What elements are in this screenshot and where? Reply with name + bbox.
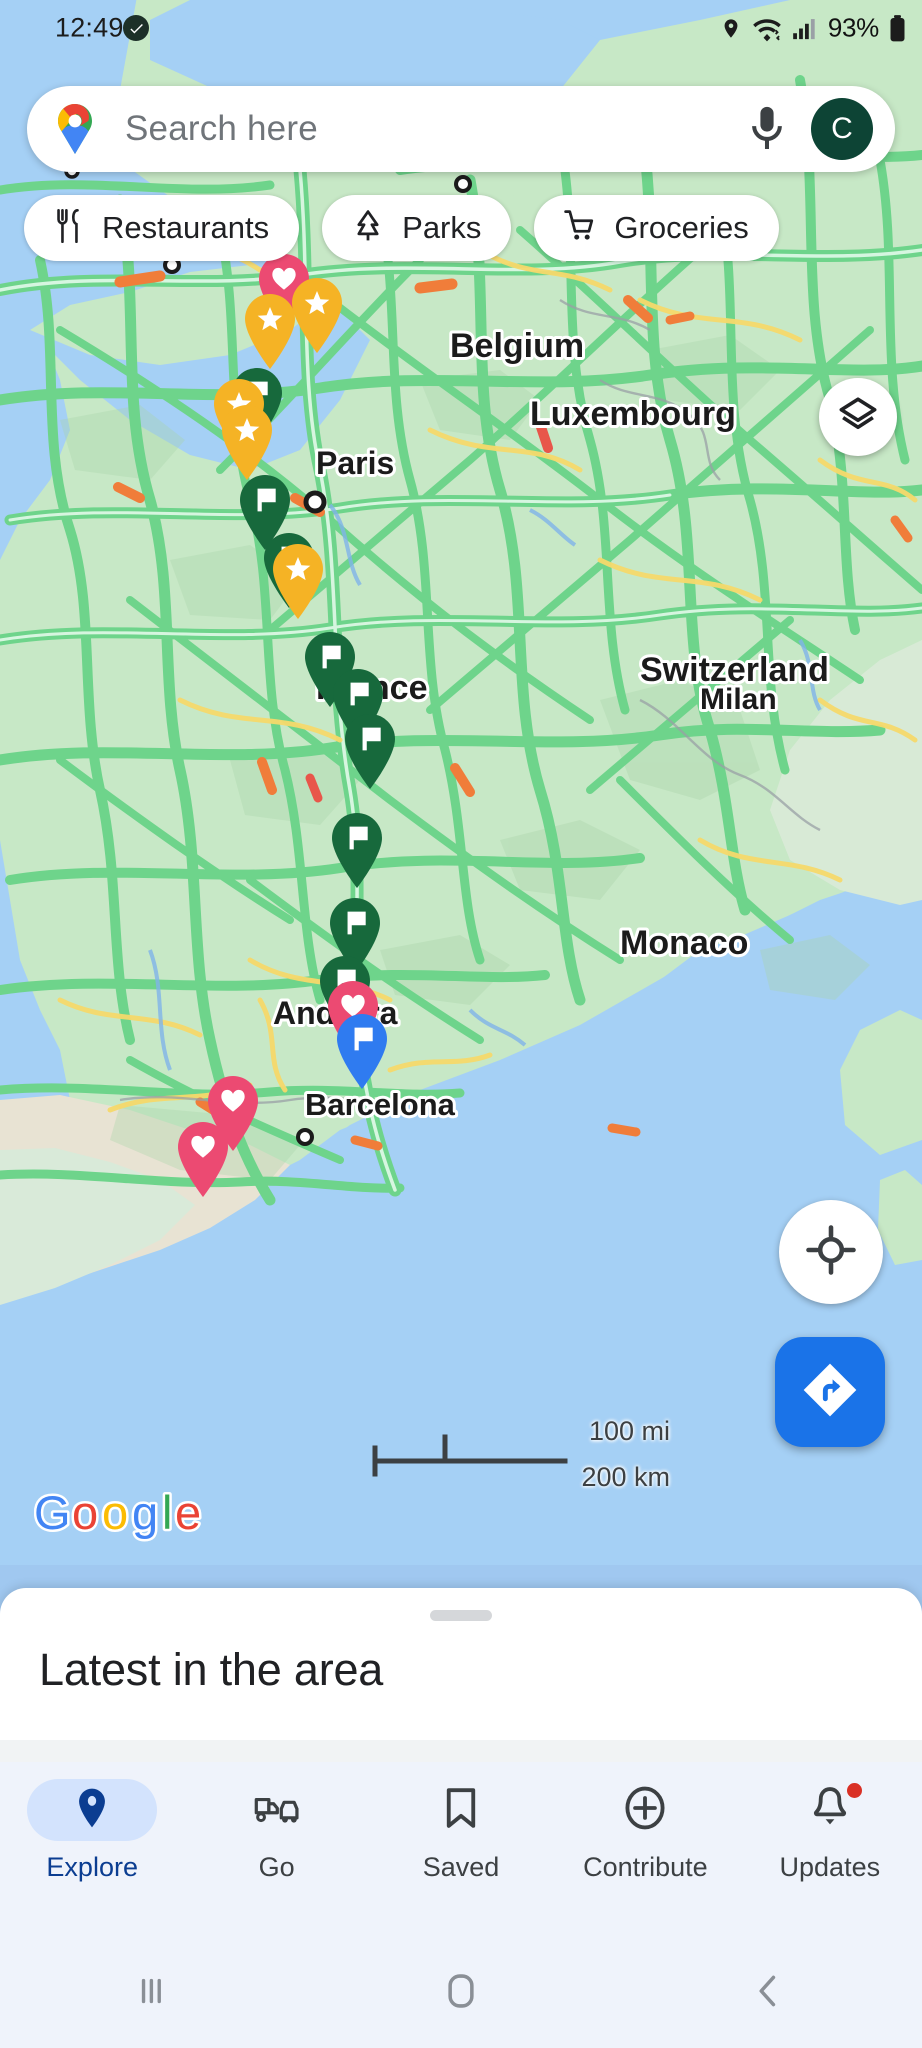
scale-km-label: 200 km [581,1462,670,1492]
nav-item-updates[interactable]: Updates [738,1762,922,1883]
chip-parks[interactable]: Parks [322,195,512,261]
svg-text:o: o [102,1487,128,1539]
nav-label: Contribute [583,1852,708,1882]
directions-arrow-icon [799,1359,861,1426]
svg-text:o: o [72,1487,98,1539]
nav-label: Explore [46,1852,138,1882]
svg-text:l: l [162,1487,172,1539]
google-attribution-logo: G o o g l e [32,1484,204,1548]
bottom-sheet[interactable]: Latest in the area [0,1588,922,1740]
directions-button[interactable] [775,1337,885,1447]
updates-badge-dot [846,1783,862,1798]
back-icon [753,1972,783,2015]
search-input[interactable]: Search here [125,109,745,149]
nav-pill-contribute [580,1779,710,1841]
chip-groceries[interactable]: Groceries [534,195,779,261]
svg-text:g: g [132,1487,158,1539]
saved-bookmark-icon [443,1787,479,1834]
updates-bell-icon [810,1786,850,1835]
map-label: Monaco [620,924,748,962]
map-label: Paris [316,445,394,481]
nav-item-contribute[interactable]: Contribute [553,1762,737,1883]
map-label: Luxembourg [530,395,736,433]
phone-screen: BelgiumLuxembourgParisFranceSwitzerlandA… [0,0,922,2048]
grocery-cart-icon [564,209,596,248]
my-location-crosshair-icon [806,1224,856,1280]
nav-label: Saved [422,1852,500,1882]
nav-label: Updates [779,1852,881,1882]
map-label: Belgium [450,327,584,365]
explore-pin-icon [73,1787,111,1834]
microphone-icon[interactable] [745,105,789,153]
drag-handle[interactable] [430,1610,492,1621]
chip-restaurants[interactable]: Restaurants [24,195,300,261]
android-system-nav[interactable] [0,1938,922,2048]
home-button[interactable] [307,1972,614,2015]
go-commute-icon [254,1788,300,1833]
contribute-plus-icon [623,1786,667,1835]
restaurant-fork-knife-icon [54,208,84,248]
nav-pill-saved [396,1779,526,1841]
map-layers-icon [837,394,879,441]
home-icon [444,1972,478,2015]
chip-label: Groceries [614,210,749,245]
nav-item-explore[interactable]: Explore [0,1762,184,1883]
avatar[interactable]: C [811,98,873,160]
scale-miles-label: 100 mi [588,1416,670,1446]
sheet-divider [0,1740,922,1762]
nav-pill-explore [27,1779,158,1841]
my-location-button[interactable] [779,1200,883,1304]
svg-text:G: G [34,1487,71,1539]
map-label: Milan [700,683,777,716]
recents-icon [137,1974,171,2013]
bottom-sheet-title: Latest in the area [39,1644,384,1695]
recents-button[interactable] [0,1974,307,2013]
map-layers-button[interactable] [819,378,897,456]
bottom-navigation-bar[interactable]: Explore Go Saved Contribute Updates [0,1762,922,1938]
chip-label: Restaurants [102,210,270,245]
nav-pill-go [212,1779,342,1841]
nav-pill-updates [765,1779,895,1841]
map-label: Barcelona [305,1087,456,1122]
chip-label: Parks [402,210,482,245]
park-tree-icon [352,209,384,248]
nav-item-saved[interactable]: Saved [369,1762,553,1883]
nav-label: Go [258,1852,295,1882]
search-bar[interactable]: Search here C [27,86,895,172]
svg-text:e: e [175,1487,201,1539]
category-chip-row[interactable]: Restaurants Parks Groceries [24,195,779,261]
google-maps-pin-logo [53,103,97,155]
map-scale-bar: 100 mi 200 km [372,1416,670,1494]
back-button[interactable] [615,1972,922,2015]
nav-item-go[interactable]: Go [184,1762,368,1883]
